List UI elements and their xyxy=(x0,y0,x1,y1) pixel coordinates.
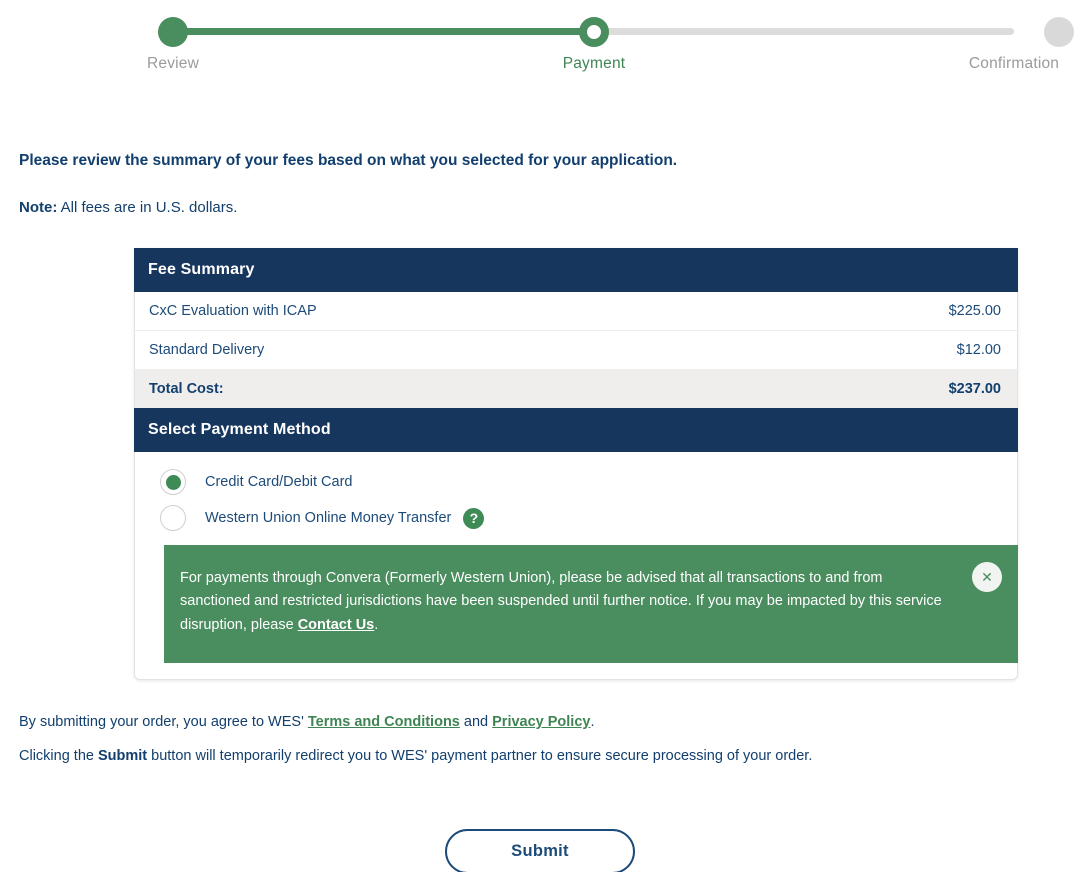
alert-text-after-link: . xyxy=(374,616,379,633)
submit-button[interactable]: Submit xyxy=(445,829,635,872)
currency-note-text: All fees are in U.S. dollars. xyxy=(57,198,238,216)
alert-text-before-link: For payments through Convera (Formerly W… xyxy=(180,570,942,633)
fee-row-amount: $225.00 xyxy=(948,303,1001,319)
payment-option-credit-card[interactable]: Credit Card/Debit Card xyxy=(149,469,1003,495)
stepper-step-review[interactable]: Review xyxy=(113,0,233,73)
stepper-track-fill xyxy=(173,28,594,35)
radio-credit-card[interactable] xyxy=(160,469,186,495)
redirect-prefix: Clicking the xyxy=(19,748,98,764)
submit-button-container: Submit xyxy=(0,829,1080,872)
total-cost-amount: $237.00 xyxy=(948,381,1001,397)
payment-method-list: Credit Card/Debit Card Western Union Onl… xyxy=(135,452,1018,679)
step-label-review: Review xyxy=(146,55,200,72)
terms-agreement-text: By submitting your order, you agree to W… xyxy=(19,714,1059,730)
table-row: Standard Delivery $12.00 xyxy=(135,331,1017,370)
redirect-notice-text: Clicking the Submit button will temporar… xyxy=(19,748,1059,764)
terms-prefix: By submitting your order, you agree to W… xyxy=(19,714,308,730)
select-payment-method-header: Select Payment Method xyxy=(134,408,1018,452)
redirect-bold-word: Submit xyxy=(97,748,148,764)
total-cost-row: Total Cost: $237.00 xyxy=(135,370,1017,408)
fee-row-label: Standard Delivery xyxy=(149,342,265,358)
step-label-payment: Payment xyxy=(562,55,626,72)
payment-option-western-union[interactable]: Western Union Online Money Transfer ? xyxy=(149,505,1003,531)
payment-option-label: Credit Card/Debit Card xyxy=(205,474,353,490)
table-row: CxC Evaluation with ICAP $225.00 xyxy=(135,292,1017,331)
terms-suffix: . xyxy=(590,714,595,730)
terms-and-conditions-link[interactable]: Terms and Conditions xyxy=(308,714,460,730)
convera-notice-alert: For payments through Convera (Formerly W… xyxy=(164,545,1018,664)
payment-page: Review Payment Confirmation Please revie… xyxy=(0,0,1080,872)
fee-summary-card: Fee Summary CxC Evaluation with ICAP $22… xyxy=(134,248,1018,681)
radio-selected-dot xyxy=(165,474,181,490)
payment-option-label: Western Union Online Money Transfer xyxy=(205,510,452,526)
fee-row-amount: $12.00 xyxy=(956,342,1001,358)
intro-block: Please review the summary of your fees b… xyxy=(19,150,1039,216)
stepper-step-confirmation: Confirmation xyxy=(939,0,1080,73)
privacy-policy-link[interactable]: Privacy Policy xyxy=(492,714,590,730)
page-title: Please review the summary of your fees b… xyxy=(19,152,678,169)
step-dot-review xyxy=(158,17,188,47)
radio-western-union[interactable] xyxy=(160,505,186,531)
alert-contact-us-link[interactable]: Contact Us xyxy=(298,617,375,633)
step-label-confirmation: Confirmation xyxy=(968,55,1060,72)
fee-row-label: CxC Evaluation with ICAP xyxy=(149,303,317,319)
step-dot-confirmation xyxy=(1044,17,1074,47)
progress-stepper: Review Payment Confirmation xyxy=(0,0,1080,96)
total-cost-label: Total Cost: xyxy=(149,381,224,397)
terms-middle: and xyxy=(459,714,493,730)
help-icon[interactable]: ? xyxy=(463,507,485,529)
fee-summary-header: Fee Summary xyxy=(134,248,1018,292)
close-icon[interactable]: ✕ xyxy=(972,562,1002,592)
currency-note: Note: All fees are in U.S. dollars. xyxy=(19,199,1039,216)
redirect-suffix: button will temporarily redirect you to … xyxy=(147,748,813,764)
step-dot-payment xyxy=(579,17,609,47)
stepper-step-payment[interactable]: Payment xyxy=(534,0,654,73)
currency-note-label: Note: xyxy=(19,198,58,216)
